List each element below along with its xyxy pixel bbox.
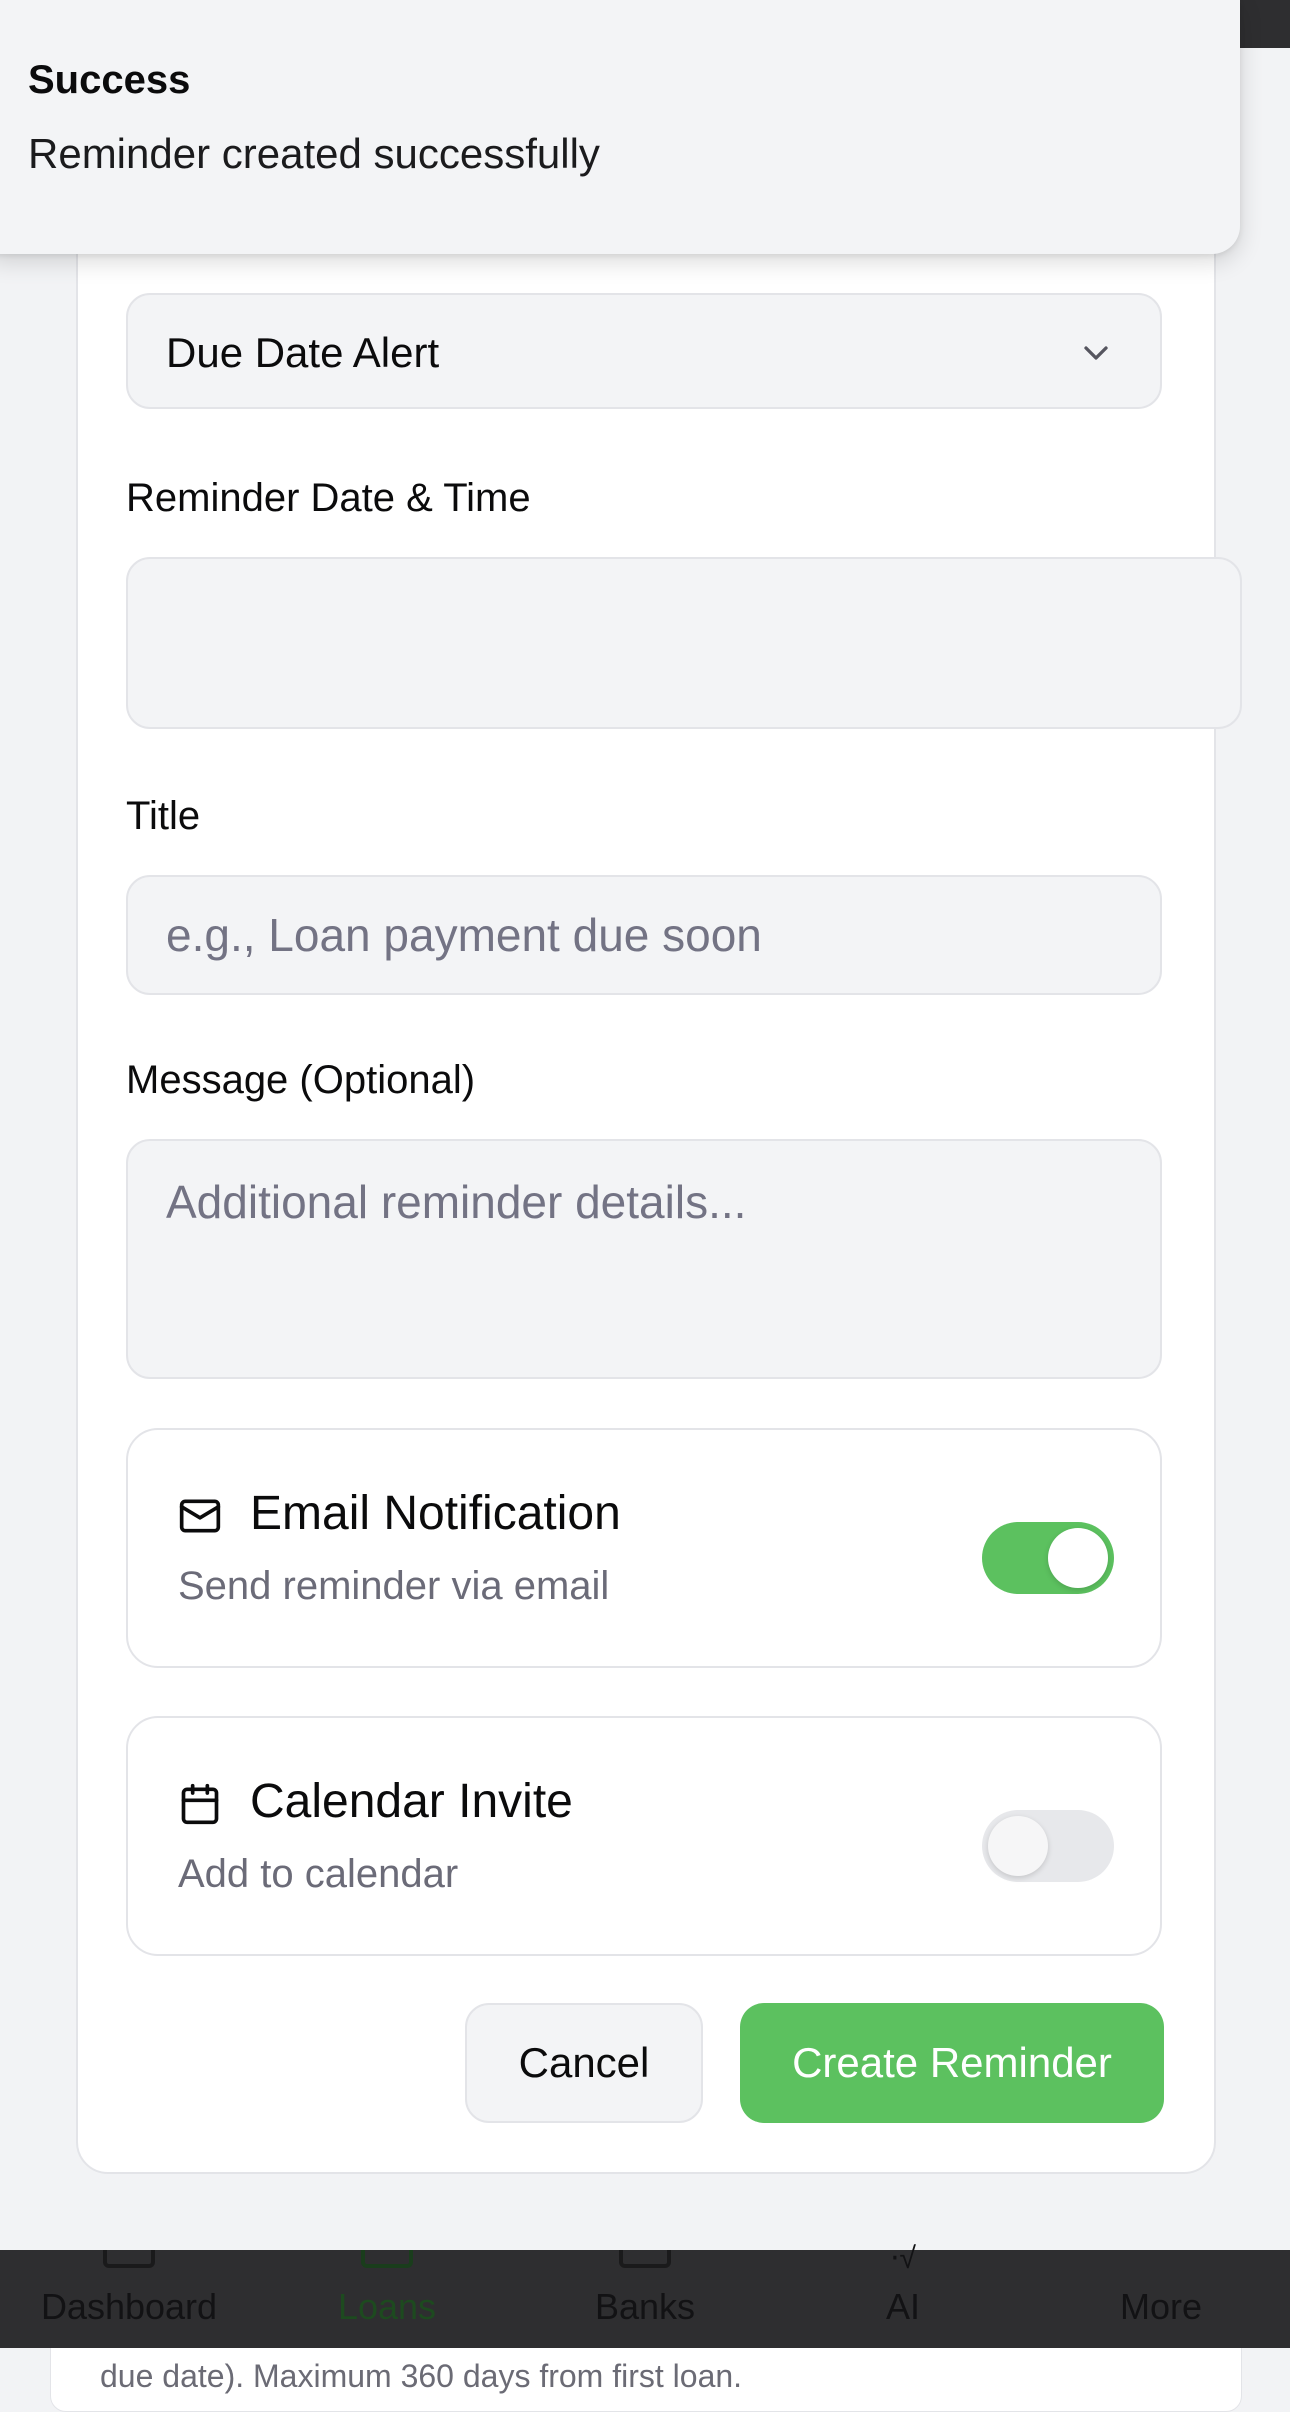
loans-icon bbox=[361, 2250, 413, 2268]
calendar-invite-card: Calendar Invite Add to calendar bbox=[126, 1716, 1162, 1956]
nav-item-ai[interactable]: ⋅√ AI bbox=[774, 2242, 1032, 2348]
mail-icon bbox=[179, 1499, 221, 1533]
toggle-knob bbox=[988, 1816, 1048, 1876]
calendar-invite-toggle[interactable] bbox=[982, 1810, 1114, 1882]
banks-icon bbox=[619, 2250, 671, 2268]
title-label: Title bbox=[126, 794, 201, 838]
nav-item-dashboard[interactable]: Dashboard bbox=[0, 2250, 258, 2348]
success-toast[interactable]: Success Reminder created successfully bbox=[0, 0, 1240, 254]
nav-label: More bbox=[1119, 2286, 1203, 2327]
title-input[interactable] bbox=[126, 875, 1162, 995]
message-textarea[interactable] bbox=[126, 1139, 1162, 1379]
nav-item-more[interactable]: More bbox=[1032, 2250, 1290, 2348]
toast-message: Reminder created successfully bbox=[28, 130, 600, 177]
datetime-label: Reminder Date & Time bbox=[126, 476, 531, 520]
bottom-nav: Dashboard Loans Banks ⋅√ AI More bbox=[0, 2242, 1290, 2348]
nav-item-loans[interactable]: Loans bbox=[258, 2250, 516, 2348]
top-bar-fragment bbox=[1240, 0, 1290, 48]
datetime-input[interactable] bbox=[126, 557, 1242, 729]
nav-item-banks[interactable]: Banks bbox=[516, 2250, 774, 2348]
calendar-invite-title: Calendar Invite bbox=[250, 1775, 573, 1828]
nav-label: Banks bbox=[594, 2286, 696, 2327]
create-reminder-button[interactable]: Create Reminder bbox=[740, 2003, 1164, 2123]
email-notification-title: Email Notification bbox=[250, 1487, 621, 1540]
ai-icon: ⋅√ bbox=[889, 2242, 917, 2275]
nav-label: AI bbox=[885, 2286, 920, 2327]
reminder-type-select[interactable]: Due Date Alert bbox=[126, 293, 1162, 409]
background-helper-text: due date). Maximum 360 days from first l… bbox=[100, 2358, 743, 2394]
cancel-button[interactable]: Cancel bbox=[465, 2003, 703, 2123]
calendar-icon bbox=[181, 1783, 219, 1825]
calendar-invite-subtitle: Add to calendar bbox=[178, 1852, 459, 1896]
email-notification-toggle[interactable] bbox=[982, 1522, 1114, 1594]
reminder-type-value: Due Date Alert bbox=[166, 329, 440, 376]
toggle-knob bbox=[1048, 1528, 1108, 1588]
nav-label: Loans bbox=[337, 2286, 437, 2327]
toast-title: Success bbox=[28, 58, 191, 102]
message-label: Message (Optional) bbox=[126, 1058, 476, 1102]
chevron-down-icon bbox=[1084, 346, 1108, 360]
nav-label: Dashboard bbox=[40, 2286, 218, 2327]
email-notification-card: Email Notification Send reminder via ema… bbox=[126, 1428, 1162, 1668]
email-notification-subtitle: Send reminder via email bbox=[178, 1564, 610, 1608]
dashboard-icon bbox=[103, 2250, 155, 2268]
